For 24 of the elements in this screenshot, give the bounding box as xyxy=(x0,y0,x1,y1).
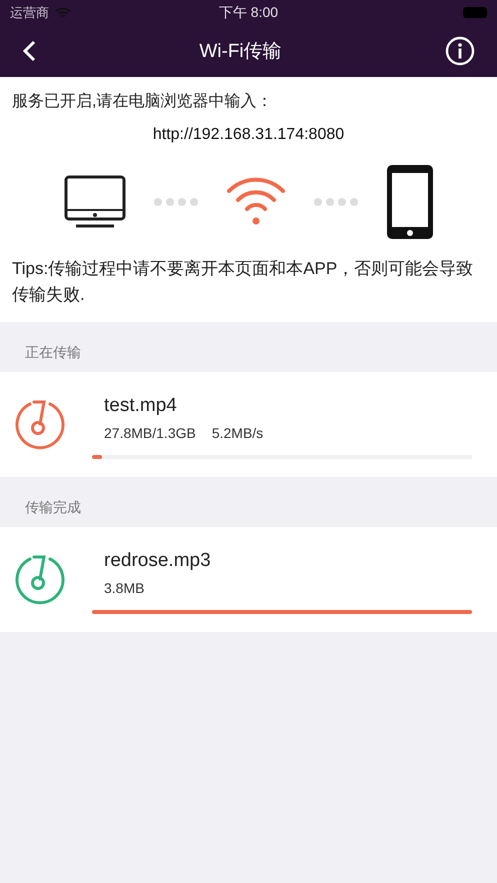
connection-dots xyxy=(154,198,198,206)
computer-icon xyxy=(64,175,126,229)
back-icon[interactable] xyxy=(22,40,36,62)
instruction-text: 服务已开启,请在电脑浏览器中输入： xyxy=(12,92,274,112)
battery-icon xyxy=(463,7,487,18)
phone-icon xyxy=(386,164,434,240)
transfer-item[interactable]: test.mp4 27.8MB/1.3GB 5.2MB/s xyxy=(0,372,497,477)
connection-dots xyxy=(314,198,358,206)
transfer-speed: 5.2MB/s xyxy=(212,424,264,440)
wifi-icon xyxy=(226,177,286,227)
file-size: 27.8MB/1.3GB xyxy=(104,424,196,440)
info-icon[interactable] xyxy=(445,36,475,66)
transfer-item[interactable]: redrose.mp3 3.8MB xyxy=(0,527,497,632)
carrier-name: 运营商 xyxy=(10,4,49,22)
clock-time: 下午 8:00 xyxy=(218,4,278,22)
tips-text: Tips:传输过程中请不要离开本页面和本APP，否则可能会导致传输失败. xyxy=(12,258,474,306)
page-title: Wi-Fi传输 xyxy=(199,40,282,64)
file-name: redrose.mp3 xyxy=(104,550,212,572)
file-name: test.mp4 xyxy=(104,394,178,416)
section-title: 正在传输 xyxy=(25,344,81,360)
server-url: http://192.168.31.174:8080 xyxy=(152,126,344,143)
wifi-signal-icon xyxy=(55,6,71,18)
file-size: 3.8MB xyxy=(104,580,144,596)
section-title: 传输完成 xyxy=(25,499,81,515)
